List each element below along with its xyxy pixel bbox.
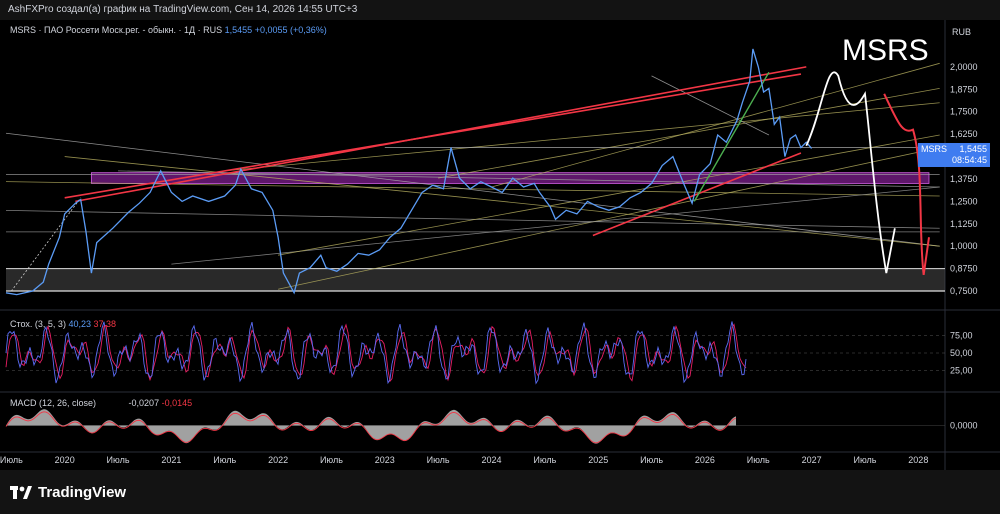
symbol-change: +0,0055 (+0,36%) (254, 25, 327, 35)
stoch-tick-label: 75,00 (950, 331, 973, 341)
price-tick-label: 0,7500 (950, 286, 978, 296)
price-tick-label: 1,0000 (950, 241, 978, 251)
symbol-description: MSRS · ПАО Россети Моск.рег. - обыкн. · … (10, 25, 223, 35)
price-tag-symbol: MSRS (921, 144, 948, 154)
time-tick-label: Июль (0, 455, 23, 465)
trend-line (171, 186, 940, 265)
stoch-tick-label: 50,00 (950, 348, 973, 358)
ticker-watermark: MSRS (842, 34, 929, 67)
last-price-tag: MSRS 1,5455 08:54:45 (918, 143, 990, 167)
trend-line (278, 134, 940, 256)
bar-countdown: 08:54:45 (951, 155, 987, 165)
price-line (5, 48, 813, 296)
footer-bar: TradingView (0, 470, 1000, 514)
time-tick-label: 2022 (268, 455, 288, 465)
trend-line (278, 147, 940, 290)
macd-histogram (6, 409, 736, 444)
time-tick-label: Июль (640, 455, 663, 465)
time-tick-label: Июль (320, 455, 343, 465)
stoch-label: Стох. (3, 5, 3) (10, 319, 66, 329)
price-tick-label: 1,6250 (950, 129, 978, 139)
trend-line (438, 88, 940, 179)
stoch-legend: Стох. (3, 5, 3) 40,23 37,38 (10, 319, 116, 329)
time-tick-label: Июль (427, 455, 450, 465)
price-tick-label: 1,3750 (950, 174, 978, 184)
time-tick-label: 2028 (908, 455, 928, 465)
grey-zone (6, 268, 945, 292)
chart-caption: AshFXPro создал(а) график на TradingView… (0, 0, 1000, 20)
stoch-k-line (5, 321, 747, 385)
tradingview-logo-icon (10, 485, 32, 499)
trend-line (64, 156, 940, 247)
symbol-last: 1,5455 (224, 25, 253, 35)
time-tick-label: 2021 (161, 455, 181, 465)
price-tick-label: 1,8750 (950, 84, 978, 94)
time-tick-label: Июль (107, 455, 130, 465)
time-tick-label: Июль (533, 455, 556, 465)
macd-tick-label: 0,0000 (950, 421, 978, 431)
tradingview-brand: TradingView (38, 484, 127, 501)
time-tick-label: 2023 (375, 455, 395, 465)
time-tick-label: Июль (213, 455, 236, 465)
macd-legend: MACD (12, 26, close) -0,0207 -0,0145 (10, 398, 192, 408)
time-tick-label: 2027 (802, 455, 822, 465)
price-tag-value: 1,5455 (959, 144, 987, 154)
time-tick-label: 2020 (55, 455, 75, 465)
symbol-legend: MSRS · ПАО Россети Моск.рег. - обыкн. · … (10, 25, 327, 35)
price-tick-label: 2,0000 (950, 62, 978, 72)
red-trend-line (592, 152, 802, 237)
currency-label[interactable]: RUB (952, 27, 971, 37)
macd-v1: -0,0207 (128, 398, 160, 408)
stoch-tick-label: 25,00 (950, 366, 973, 376)
price-tick-label: 0,8750 (950, 264, 978, 274)
tradingview-logo[interactable]: TradingView (10, 484, 126, 501)
time-tick-label: 2024 (481, 455, 501, 465)
price-tick-label: 1,1250 (950, 219, 978, 229)
trend-line (224, 102, 940, 172)
trend-line (5, 132, 940, 247)
time-tick-label: Июль (853, 455, 876, 465)
price-tick-label: 1,7500 (950, 107, 978, 117)
time-tick-label: 2026 (695, 455, 715, 465)
trend-line (5, 209, 940, 229)
macd-v2: -0,0145 (161, 398, 193, 408)
stoch-k: 40,23 (68, 319, 91, 329)
price-tick-label: 1,2500 (950, 196, 978, 206)
time-tick-label: Июль (747, 455, 770, 465)
stoch-d: 37,38 (93, 319, 117, 329)
time-tick-label: 2025 (588, 455, 608, 465)
macd-label: MACD (12, 26, close) (10, 398, 97, 408)
